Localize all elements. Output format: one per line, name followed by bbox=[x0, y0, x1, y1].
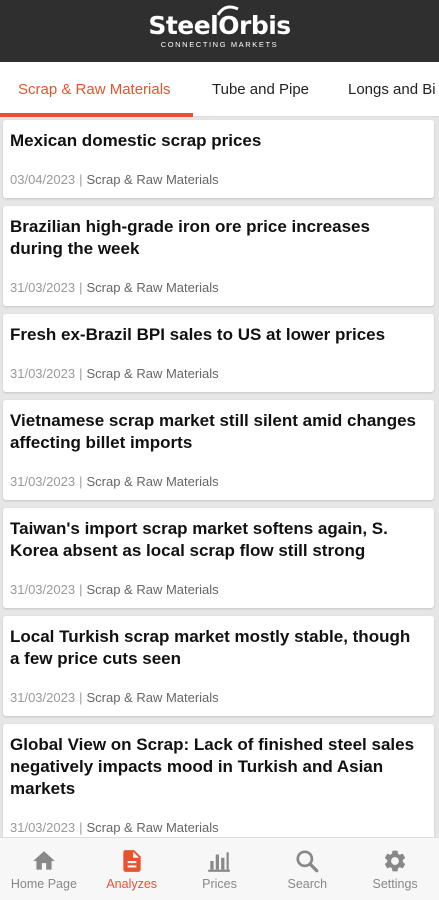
document-icon bbox=[123, 850, 141, 872]
article-meta: 31/03/2023 | Scrap & Raw Materials bbox=[10, 582, 219, 598]
article-meta: 31/03/2023 | Scrap & Raw Materials bbox=[10, 366, 219, 382]
article-card[interactable]: Global View on Scrap: Lack of finished s… bbox=[3, 724, 434, 846]
home-icon bbox=[33, 851, 55, 870]
nav-analyzes-label: Analyzes bbox=[106, 877, 158, 891]
article-title: Vietnamese scrap market still silent ami… bbox=[10, 411, 416, 452]
article-meta: 31/03/2023 | Scrap & Raw Materials bbox=[10, 820, 219, 836]
article-meta: 31/03/2023 | Scrap & Raw Materials bbox=[10, 474, 219, 490]
nav-prices-label: Prices bbox=[202, 877, 237, 891]
article-card[interactable]: Vietnamese scrap market still silent ami… bbox=[3, 400, 434, 500]
nav-prices[interactable]: Prices bbox=[176, 838, 264, 900]
tab-longs-and-billets[interactable]: Longs and Bi bbox=[348, 62, 436, 116]
article-meta: 03/04/2023 | Scrap & Raw Materials bbox=[10, 172, 219, 188]
article-date: 31/03/2023 bbox=[10, 280, 76, 295]
article-card[interactable]: Taiwan's import scrap market softens aga… bbox=[3, 508, 434, 608]
tab-scrap-raw-materials[interactable]: Scrap & Raw Materials bbox=[18, 62, 171, 116]
nav-home-page[interactable]: Home Page bbox=[0, 838, 88, 900]
nav-home-page-label: Home Page bbox=[10, 877, 77, 891]
article-meta: 31/03/2023 | Scrap & Raw Materials bbox=[10, 690, 219, 706]
article-title: Mexican domestic scrap prices bbox=[10, 131, 262, 150]
article-category: Scrap & Raw Materials bbox=[86, 690, 219, 705]
article-category: Scrap & Raw Materials bbox=[86, 280, 219, 295]
article-category: Scrap & Raw Materials bbox=[86, 366, 219, 381]
article-date: 31/03/2023 bbox=[10, 366, 76, 381]
article-date: 31/03/2023 bbox=[10, 690, 76, 705]
search-icon bbox=[296, 850, 319, 873]
nav-analyzes[interactable]: Analyzes bbox=[88, 838, 176, 900]
article-title: Taiwan's import scrap market softens aga… bbox=[10, 519, 388, 560]
nav-search-label: Search bbox=[287, 877, 328, 891]
article-card[interactable]: Local Turkish scrap market mostly stable… bbox=[3, 616, 434, 716]
meta-separator: | bbox=[79, 366, 83, 381]
article-title: Fresh ex-Brazil BPI sales to US at lower… bbox=[10, 325, 386, 344]
article-meta: 31/03/2023 | Scrap & Raw Materials bbox=[10, 280, 219, 296]
nav-settings-label: Settings bbox=[372, 877, 418, 891]
article-title: Global View on Scrap: Lack of finished s… bbox=[10, 735, 415, 798]
article-date: 31/03/2023 bbox=[10, 582, 76, 597]
meta-separator: | bbox=[79, 820, 83, 835]
meta-separator: | bbox=[79, 582, 83, 597]
nav-search[interactable]: Search bbox=[263, 838, 351, 900]
logo-tagline: CONNECTING MARKETS bbox=[160, 40, 279, 49]
article-date: 31/03/2023 bbox=[10, 820, 76, 835]
steelorbis-logo[interactable]: SteelOrbis CONNECTING MARKETS bbox=[148, 5, 291, 49]
article-card[interactable]: Mexican domestic scrap prices 03/04/2023… bbox=[3, 120, 434, 198]
meta-separator: | bbox=[79, 172, 83, 187]
logo-swoosh-icon bbox=[217, 5, 239, 16]
article-category: Scrap & Raw Materials bbox=[86, 582, 219, 597]
article-title: Local Turkish scrap market mostly stable… bbox=[10, 627, 411, 668]
article-card[interactable]: Fresh ex-Brazil BPI sales to US at lower… bbox=[3, 314, 434, 392]
article-category: Scrap & Raw Materials bbox=[86, 820, 219, 835]
bar-chart-icon bbox=[208, 852, 231, 872]
article-card[interactable]: Brazilian high-grade iron ore price incr… bbox=[3, 206, 434, 306]
tab-tube-and-pipe[interactable]: Tube and Pipe bbox=[212, 62, 309, 116]
article-category: Scrap & Raw Materials bbox=[86, 172, 219, 187]
article-category: Scrap & Raw Materials bbox=[86, 474, 219, 489]
nav-settings[interactable]: Settings bbox=[351, 838, 439, 900]
app-header: SteelOrbis CONNECTING MARKETS bbox=[0, 0, 439, 62]
article-date: 31/03/2023 bbox=[10, 474, 76, 489]
meta-separator: | bbox=[79, 474, 83, 489]
article-title: Brazilian high-grade iron ore price incr… bbox=[10, 217, 370, 258]
meta-separator: | bbox=[79, 690, 83, 705]
category-tabs: Scrap & Raw Materials Tube and Pipe Long… bbox=[0, 62, 439, 117]
article-date: 03/04/2023 bbox=[10, 172, 76, 187]
meta-separator: | bbox=[79, 280, 83, 295]
gear-icon bbox=[384, 850, 406, 872]
active-tab-indicator bbox=[0, 113, 193, 117]
bottom-navigation: Home Page Analyzes Prices Search Setting… bbox=[0, 837, 439, 900]
